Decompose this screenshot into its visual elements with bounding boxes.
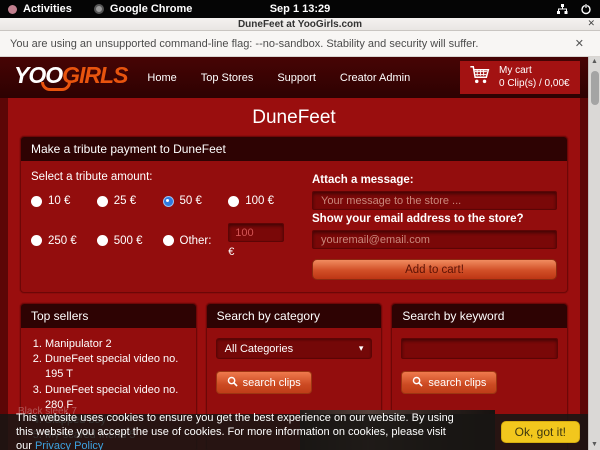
- radio-option-100[interactable]: 100 €: [228, 195, 294, 207]
- top-seller-item[interactable]: DuneFeet special video no. 195 T: [45, 352, 188, 382]
- cart-widget[interactable]: My cart 0 Clip(s) / 0,00€: [460, 61, 580, 94]
- message-label: Attach a message:: [312, 174, 557, 186]
- window-title-bar: DuneFeet at YooGirls.com ✕: [0, 18, 600, 31]
- scrollbar-thumb[interactable]: [591, 71, 599, 105]
- main-nav: Home Top Stores Support Creator Admin: [147, 72, 410, 84]
- message-input[interactable]: [312, 191, 557, 210]
- add-to-cart-button[interactable]: Add to cart!: [312, 259, 557, 280]
- gnome-top-bar: Activities Google Chrome Sep 1 13:29: [0, 0, 600, 18]
- radio-option-10[interactable]: 10 €: [31, 195, 97, 207]
- cookie-consent-bar: This website uses cookies to ensure you …: [0, 414, 588, 450]
- search-clips-category-button[interactable]: search clips: [216, 371, 312, 394]
- radio-option-250[interactable]: 250 €: [31, 223, 97, 258]
- screen: Activities Google Chrome Sep 1 13:29 Dun…: [0, 0, 600, 450]
- radio-icon[interactable]: [228, 196, 239, 207]
- scroll-down-icon[interactable]: ▼: [591, 440, 598, 450]
- page-scrollbar[interactable]: ▲ ▼: [588, 57, 600, 450]
- tribute-amount-label: Select a tribute amount:: [31, 171, 294, 183]
- nav-item-creator-admin[interactable]: Creator Admin: [340, 72, 410, 84]
- radio-option-500[interactable]: 500 €: [97, 223, 163, 258]
- logo-text-girls: GIRLS: [62, 62, 127, 88]
- radio-option-50-selected[interactable]: 50 €: [163, 195, 229, 207]
- site-header: YOOGIRLS Home Top Stores Support Creator…: [0, 57, 600, 98]
- nav-item-top-stores[interactable]: Top Stores: [201, 72, 254, 84]
- other-amount-input[interactable]: [228, 223, 284, 242]
- activities-indicator-icon: [8, 5, 17, 14]
- page-title: DuneFeet: [20, 100, 568, 136]
- category-selected-value: All Categories: [225, 343, 293, 355]
- network-icon[interactable]: [556, 3, 568, 15]
- power-icon[interactable]: [580, 3, 592, 15]
- tribute-panel-header: Make a tribute payment to DuneFeet: [21, 137, 567, 161]
- radio-icon[interactable]: [163, 235, 174, 246]
- search-category-header: Search by category: [207, 304, 382, 328]
- window-title: DuneFeet at YooGirls.com: [0, 19, 600, 30]
- chevron-down-icon: ▾: [359, 343, 364, 354]
- tribute-panel: Make a tribute payment to DuneFeet Selec…: [20, 136, 568, 293]
- warning-text: You are using an unsupported command-lin…: [10, 38, 478, 50]
- privacy-policy-link[interactable]: Privacy Policy: [35, 440, 103, 450]
- email-input[interactable]: [312, 230, 557, 249]
- search-keyword-header: Search by keyword: [392, 304, 567, 328]
- category-select[interactable]: All Categories ▾: [216, 338, 373, 359]
- site-logo[interactable]: YOOGIRLS: [14, 64, 127, 91]
- radio-option-other[interactable]: Other:: [163, 223, 229, 258]
- nav-item-support[interactable]: Support: [277, 72, 316, 84]
- search-clips-keyword-button[interactable]: search clips: [401, 371, 497, 394]
- radio-selected-icon[interactable]: [163, 196, 174, 207]
- cart-icon: [468, 64, 491, 91]
- search-icon: [412, 376, 423, 390]
- browser-viewport: YOOGIRLS Home Top Stores Support Creator…: [0, 57, 600, 450]
- scroll-up-icon[interactable]: ▲: [591, 57, 598, 67]
- radio-icon[interactable]: [97, 196, 108, 207]
- currency-symbol: €: [228, 246, 294, 258]
- radio-icon[interactable]: [97, 235, 108, 246]
- page-area: DuneFeet Make a tribute payment to DuneF…: [0, 98, 588, 450]
- keyword-input[interactable]: [401, 338, 558, 359]
- cookie-accept-button[interactable]: Ok, got it!: [501, 421, 580, 443]
- radio-icon[interactable]: [31, 235, 42, 246]
- cart-label: My cart: [499, 65, 532, 76]
- window-close-icon[interactable]: ✕: [587, 18, 595, 29]
- radio-option-25[interactable]: 25 €: [97, 195, 163, 207]
- chrome-app-icon: [94, 4, 104, 14]
- warning-close-icon[interactable]: ✕: [569, 37, 590, 50]
- app-menu-button[interactable]: Google Chrome: [110, 3, 193, 15]
- activities-button[interactable]: Activities: [23, 3, 72, 15]
- top-seller-item[interactable]: Manipulator 2: [45, 337, 188, 352]
- search-icon: [227, 376, 238, 390]
- nav-item-home[interactable]: Home: [147, 72, 176, 84]
- radio-icon[interactable]: [31, 196, 42, 207]
- browser-warning-bar: You are using an unsupported command-lin…: [0, 31, 600, 57]
- top-sellers-header: Top sellers: [21, 304, 196, 328]
- content-container: DuneFeet Make a tribute payment to DuneF…: [8, 98, 580, 450]
- tribute-amount-options: 10 € 25 € 50 € 100 € 250 € 500 € Other: …: [31, 195, 294, 258]
- cart-summary: 0 Clip(s) / 0,00€: [499, 78, 570, 89]
- email-label: Show your email address to the store?: [312, 213, 557, 225]
- logo-smile-icon: [41, 82, 71, 91]
